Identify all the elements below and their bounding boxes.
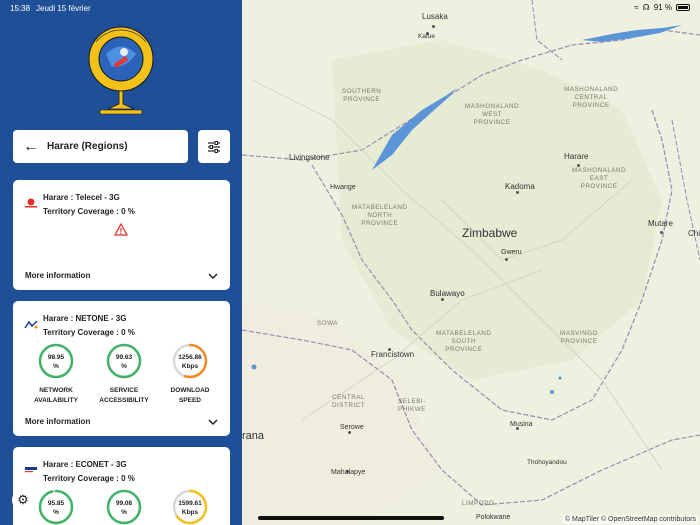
city-label[interactable]: Mahalapye [331, 469, 365, 476]
home-indicator[interactable] [258, 516, 444, 520]
country-label: Zimbabwe [462, 226, 518, 240]
province-label: MATABELELAND NORTH PROVINCE [352, 204, 408, 227]
territory-coverage: Territory Coverage : 0 % [43, 328, 135, 337]
back-arrow-icon[interactable]: ← [23, 138, 39, 156]
netone-logo [24, 320, 38, 329]
province-label: MATABELELAND SOUTH PROVINCE [436, 330, 492, 353]
battery-icon [676, 4, 690, 11]
city-dot [516, 191, 519, 194]
city-label[interactable]: Kafue [418, 33, 435, 40]
city-label[interactable]: Livingstone [289, 153, 329, 162]
gauge-label: DOWNLOAD SPEED [170, 387, 210, 404]
province-label: SOUTHERN PROVINCE [342, 88, 382, 103]
city-dot [660, 231, 663, 234]
city-dot [441, 298, 444, 301]
province-label: MASHONALAND EAST PROVINCE [572, 167, 627, 190]
map-base [242, 0, 700, 525]
province-label: CENTRAL DISTRICT [332, 394, 366, 409]
province-label: SELEBI- PHIKWE [398, 398, 426, 413]
city-label[interactable]: Kadoma [505, 182, 535, 191]
city-label[interactable]: Thohoyandou [527, 459, 567, 466]
territory-coverage: Territory Coverage : 0 % [43, 207, 135, 216]
city-label[interactable]: Serowe [340, 424, 364, 431]
city-label[interactable]: rana [242, 430, 264, 442]
potraz-logo [88, 26, 154, 115]
gauge-label: NETWORK AVAILABILITY [34, 387, 78, 404]
province-label: SOWA [317, 320, 339, 327]
region-search-bar[interactable]: ← Harare (Regions) [13, 130, 188, 163]
map-attribution[interactable]: © MapTiler © OpenStreetMap contributors [562, 515, 698, 524]
status-bar: 15:38 Jeudi 15 février ≈ ☊ 91 % [0, 0, 700, 16]
telecel-logo [25, 198, 37, 208]
city-label[interactable]: Harare [564, 152, 588, 161]
city-label[interactable]: Polokwane [476, 514, 510, 521]
more-information-link[interactable]: More information [25, 417, 90, 426]
city-label[interactable]: Gweru [501, 249, 522, 256]
sidebar-panel: ← Harare (Regions) Harare : Telecel - 3G… [0, 0, 242, 525]
gauge-label: SERVICE ACCESSIBILITY [99, 387, 149, 404]
chevron-down-icon[interactable] [208, 418, 218, 426]
gauge-value: 99.08% [115, 500, 133, 516]
territory-coverage: Territory Coverage : 0 % [43, 474, 135, 483]
warning-icon [114, 223, 128, 236]
gauge-value: 1599.61 Kbps [178, 500, 202, 516]
city-label[interactable]: Hwange [330, 184, 356, 191]
city-dot [505, 258, 508, 261]
region-search-text[interactable]: Harare (Regions) [47, 141, 128, 152]
filter-button[interactable] [198, 130, 230, 163]
province-label: MASVINGO PROVINCE [560, 330, 598, 345]
settings-button[interactable]: ⚙ [12, 489, 34, 511]
status-indicators: ≈ ☊ 91 % [634, 3, 690, 12]
city-label[interactable]: Francistown [371, 350, 414, 359]
gauge-value: 1256.86 Kbps [178, 354, 202, 370]
sliders-icon [208, 140, 220, 153]
card-title: Harare : Telecel - 3G [43, 193, 120, 202]
more-information-link[interactable]: More information [25, 271, 90, 280]
headphones-icon: ☊ [642, 3, 650, 12]
operator-card-netone[interactable]: Harare : NETONE - 3G Territory Coverage … [13, 301, 230, 436]
card-title: Harare : NETONE - 3G [43, 314, 127, 323]
city-label[interactable]: Mutare [648, 219, 673, 228]
gauge-value: 95.85% [47, 500, 65, 516]
city-dot [348, 431, 351, 434]
city-label[interactable]: Chi [688, 229, 700, 238]
province-label: MASHONALAND CENTRAL PROVINCE [564, 86, 619, 109]
city-label[interactable]: Bulawayo [430, 289, 465, 298]
battery-percent: 91 % [653, 3, 672, 12]
gear-icon: ⚙ [17, 492, 29, 507]
status-date: Jeudi 15 février [36, 4, 91, 13]
status-time: 15:38 [10, 4, 31, 13]
operator-card-econet[interactable]: Harare : ECONET - 3G Territory Coverage … [13, 447, 230, 525]
gauge-value: 99.63% [115, 354, 133, 370]
map-view[interactable]: Lusaka Kafue Livingstone Hwange Harare K… [242, 0, 700, 525]
province-label: LIMPOPO [462, 500, 495, 507]
province-label: MASHONALAND WEST PROVINCE [465, 103, 520, 126]
gauge-value: 98.95% [47, 354, 65, 370]
card-title: Harare : ECONET - 3G [43, 460, 127, 469]
city-label[interactable]: Musina [510, 421, 533, 428]
operator-card-telecel[interactable]: Harare : Telecel - 3G Territory Coverage… [13, 180, 230, 290]
chevron-down-icon[interactable] [208, 272, 218, 280]
wifi-icon: ≈ [634, 3, 639, 12]
econet-logo [25, 467, 37, 473]
city-dot [432, 25, 435, 28]
